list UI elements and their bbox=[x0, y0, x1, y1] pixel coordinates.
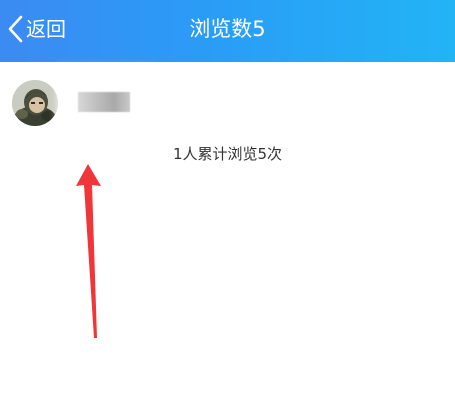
screen: 返回 浏览数5 1人累计浏览5次 bbox=[0, 0, 455, 412]
view-summary: 1人累计浏览5次 bbox=[172, 145, 283, 163]
red-arrow-up-icon bbox=[76, 164, 101, 338]
viewer-row[interactable] bbox=[0, 62, 455, 142]
avatar-icon[interactable] bbox=[12, 80, 58, 126]
page-title: 浏览数5 bbox=[189, 17, 266, 41]
nav-bar: 返回 浏览数5 bbox=[0, 0, 455, 62]
redacted-name bbox=[78, 92, 130, 112]
